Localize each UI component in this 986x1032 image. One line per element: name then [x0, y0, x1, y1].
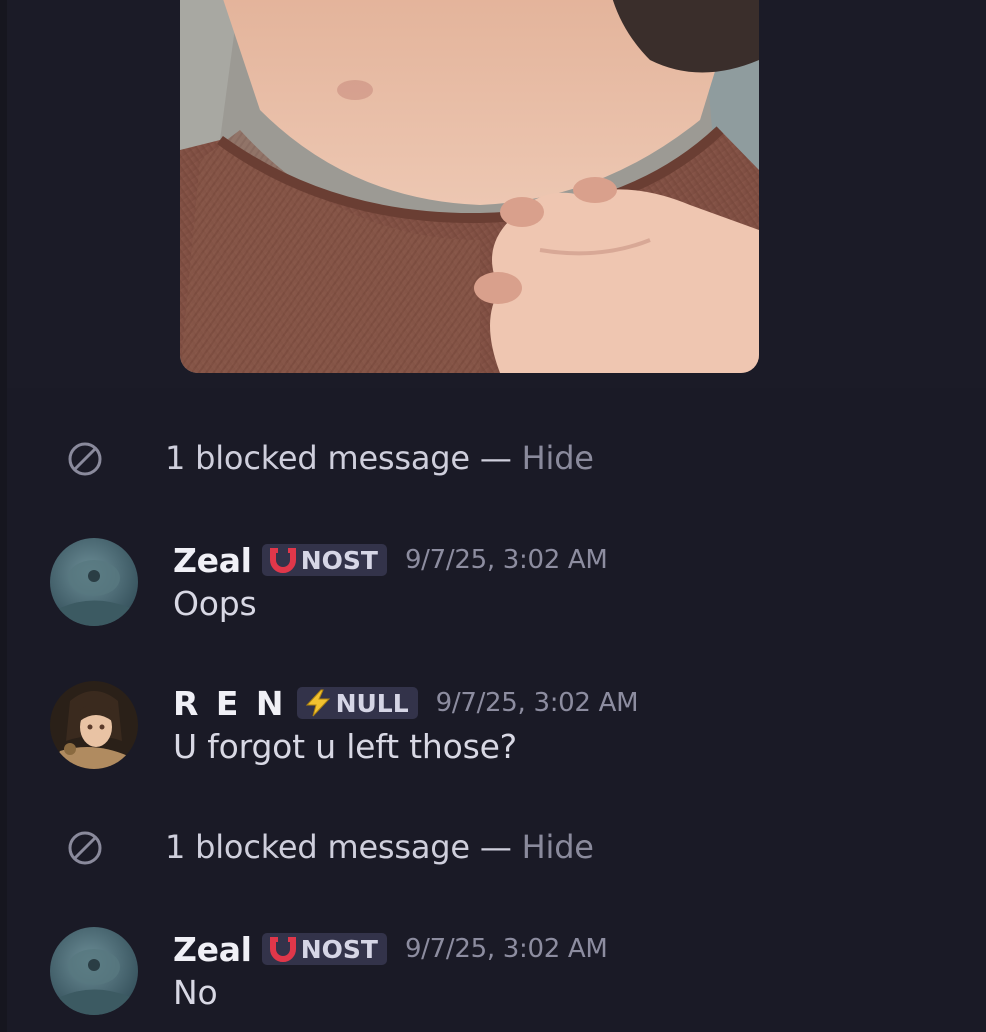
horseshoe-icon	[269, 937, 296, 962]
photo-attachment	[180, 0, 759, 373]
message-text: Oops	[173, 584, 257, 623]
message-header: Zeal NOST 9/7/25, 3:02 AM	[173, 929, 608, 969]
timestamp: 9/7/25, 3:02 AM	[435, 688, 639, 718]
message-item: R E N NULL 9/7/25, 3:02 AM U forgot u le…	[7, 671, 986, 781]
chat-message-list: 1 blocked message — Hide Zeal NOST 9/7/2…	[0, 0, 986, 1032]
avatar[interactable]	[50, 927, 138, 1015]
blocked-message-text: 1 blocked message — Hide	[165, 439, 594, 477]
hide-link[interactable]: Hide	[522, 828, 594, 866]
role-tag-label: NOST	[300, 545, 378, 575]
message-header: Zeal NOST 9/7/25, 3:02 AM	[173, 540, 608, 580]
blocked-icon	[68, 831, 102, 865]
hide-link[interactable]: Hide	[522, 439, 594, 477]
role-tag-label: NULL	[335, 688, 409, 718]
message-item: Zeal NOST 9/7/25, 3:02 AM No	[7, 917, 986, 1027]
horseshoe-icon	[269, 548, 296, 573]
avatar[interactable]	[50, 538, 138, 626]
role-tag[interactable]: NULL	[296, 687, 418, 719]
message-text: No	[173, 973, 218, 1012]
avatar-image	[50, 927, 138, 1015]
role-tag[interactable]: NOST	[261, 544, 387, 576]
channel-divider	[0, 0, 7, 1032]
blocked-message-label: 1 blocked message —	[165, 439, 522, 477]
blocked-message-label: 1 blocked message —	[165, 828, 522, 866]
role-tag-label: NOST	[300, 934, 378, 964]
avatar[interactable]	[50, 681, 138, 769]
message-header: R E N NULL 9/7/25, 3:02 AM	[173, 683, 639, 723]
role-tag[interactable]: NOST	[261, 933, 387, 965]
username[interactable]: R E N	[173, 684, 287, 723]
message-text: U forgot u left those?	[173, 727, 518, 766]
timestamp: 9/7/25, 3:02 AM	[404, 934, 608, 964]
timestamp: 9/7/25, 3:02 AM	[404, 545, 608, 575]
attachment-message	[7, 0, 986, 388]
message-item: Zeal NOST 9/7/25, 3:02 AM Oops	[7, 528, 986, 638]
username[interactable]: Zeal	[173, 930, 252, 969]
lightning-icon	[305, 689, 330, 717]
blocked-message-notice: 1 blocked message — Hide	[7, 808, 986, 888]
image-attachment[interactable]	[180, 0, 759, 373]
avatar-image	[50, 681, 138, 769]
blocked-message-text: 1 blocked message — Hide	[165, 828, 594, 866]
username[interactable]: Zeal	[173, 541, 252, 580]
avatar-image	[50, 538, 138, 626]
blocked-message-notice: 1 blocked message — Hide	[7, 419, 986, 499]
blocked-icon	[68, 442, 102, 476]
